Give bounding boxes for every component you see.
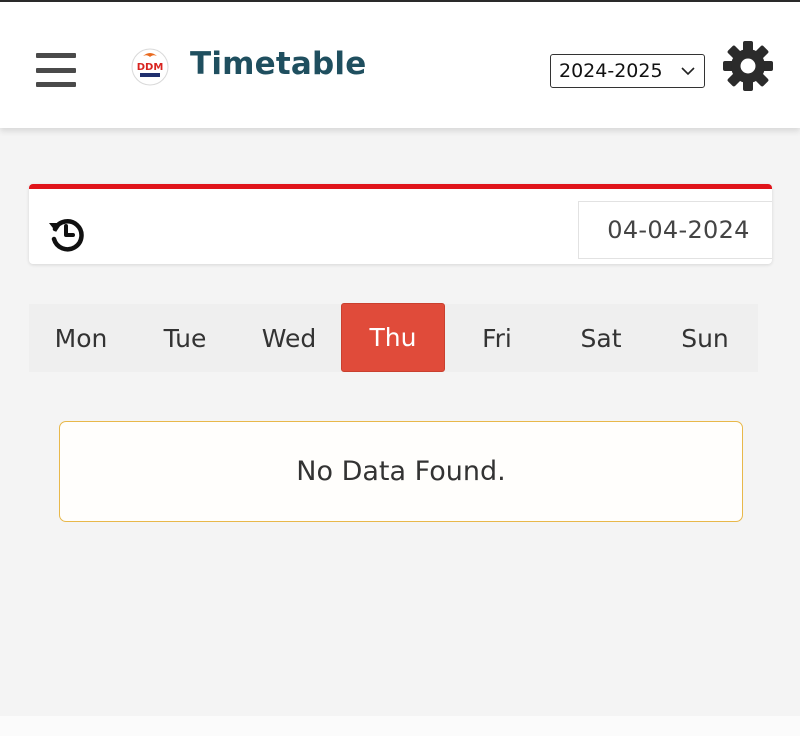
day-tabs: Mon Tue Wed Thu Fri Sat Sun	[29, 303, 758, 372]
tab-thu[interactable]: Thu	[341, 303, 445, 372]
history-icon[interactable]	[47, 215, 85, 253]
date-filter-card: 04-04-2024	[29, 184, 772, 264]
school-logo: DDM	[131, 48, 169, 86]
tab-sat[interactable]: Sat	[549, 304, 653, 372]
tab-sun[interactable]: Sun	[653, 304, 757, 372]
tab-fri[interactable]: Fri	[445, 304, 549, 372]
page-title: Timetable	[190, 46, 367, 82]
gear-icon[interactable]	[722, 40, 774, 92]
chevron-down-icon	[681, 67, 695, 76]
tab-wed[interactable]: Wed	[237, 304, 341, 372]
top-app-bar: DDM Timetable 2024-2025	[0, 0, 800, 128]
svg-text:DDM: DDM	[137, 62, 164, 73]
date-input[interactable]: 04-04-2024	[578, 201, 772, 259]
bottom-strip	[0, 716, 800, 736]
hamburger-menu-icon[interactable]	[36, 53, 76, 87]
academic-year-value: 2024-2025	[559, 60, 663, 82]
empty-state-message: No Data Found.	[59, 421, 743, 522]
tab-mon[interactable]: Mon	[29, 304, 133, 372]
academic-year-select[interactable]: 2024-2025	[550, 54, 705, 88]
tab-tue[interactable]: Tue	[133, 304, 237, 372]
